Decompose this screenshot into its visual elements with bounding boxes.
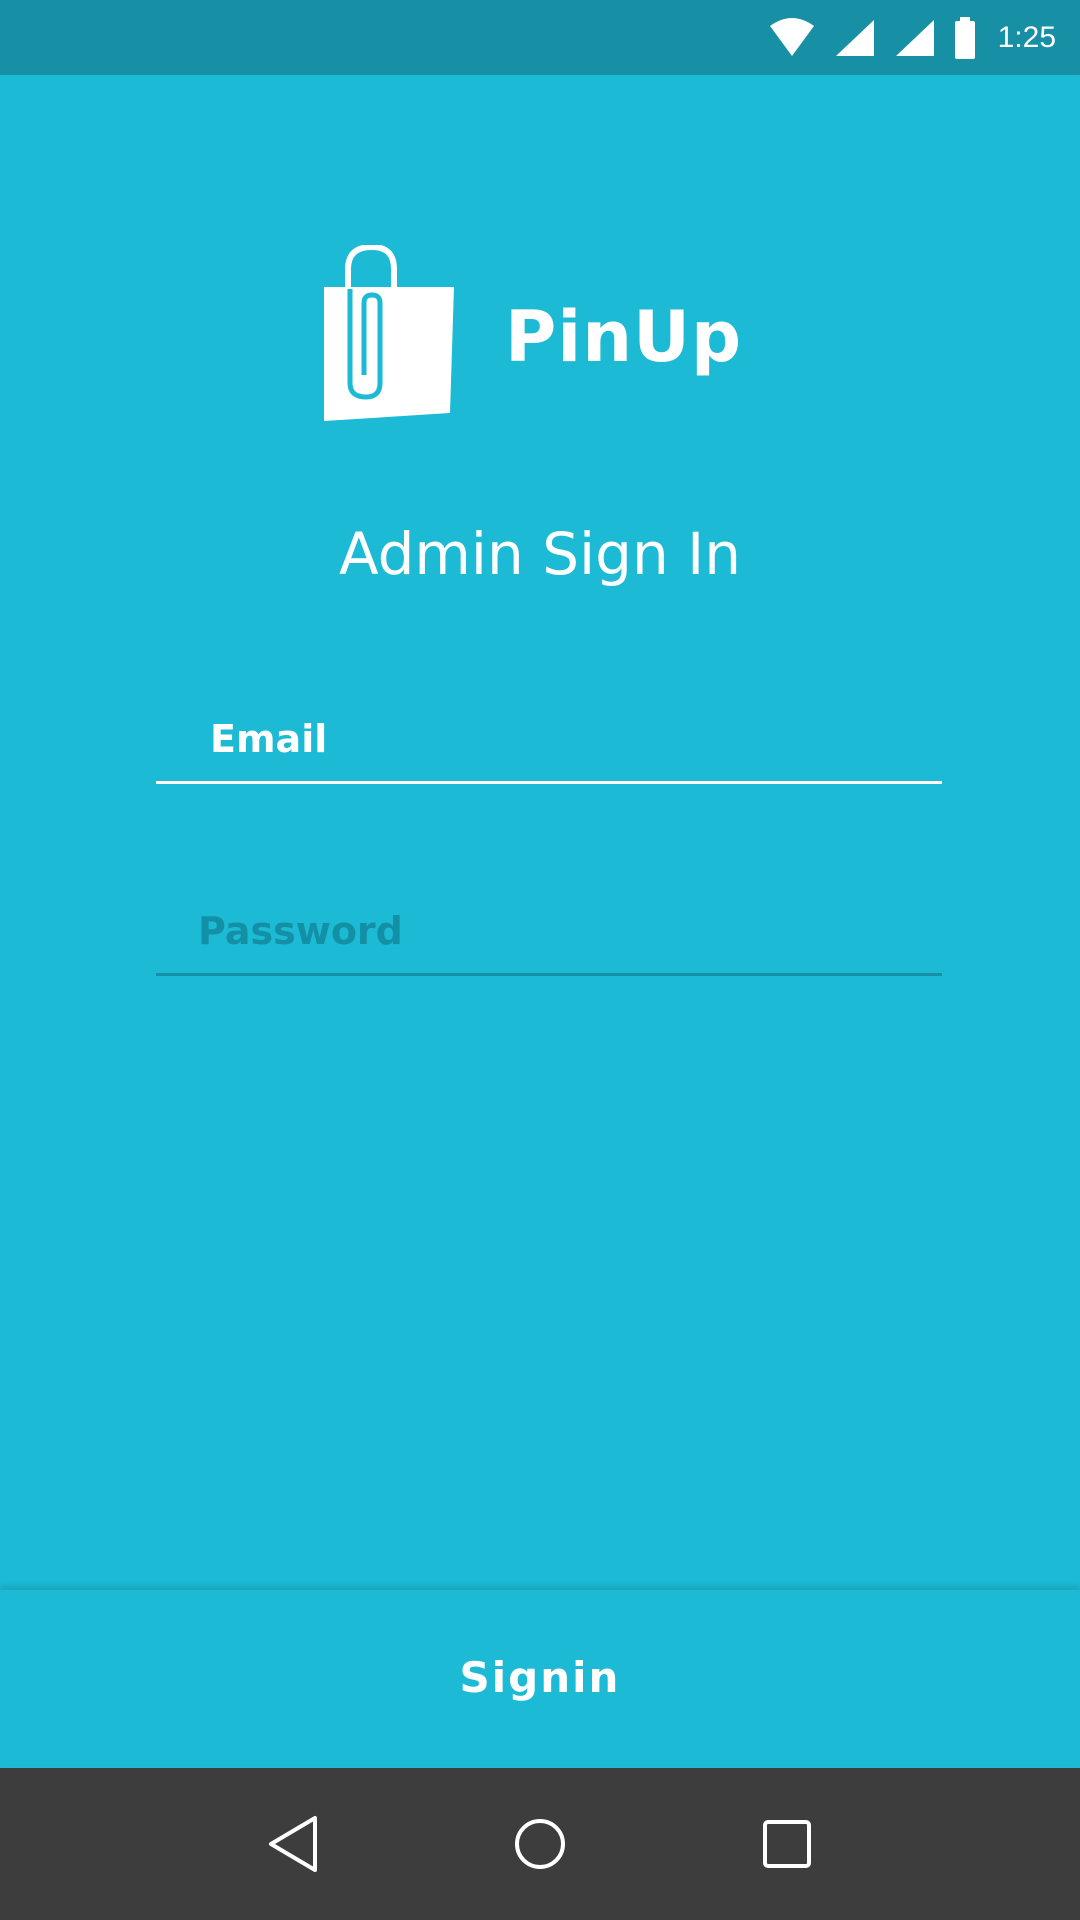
navigation-bar xyxy=(0,1768,1080,1920)
recents-icon[interactable] xyxy=(747,1804,827,1884)
signal-icon xyxy=(894,18,936,58)
email-field[interactable] xyxy=(156,688,942,781)
signin-button[interactable]: Signin xyxy=(0,1590,1080,1765)
battery-icon xyxy=(954,16,976,59)
app-name: PinUp xyxy=(505,296,743,378)
signin-button-label: Signin xyxy=(459,1653,621,1702)
status-bar: 1:25 xyxy=(0,0,1080,75)
clock-time: 1:25 xyxy=(997,20,1056,54)
password-field-container xyxy=(156,880,942,976)
shopping-bag-paperclip-icon xyxy=(320,243,455,429)
signal-icon xyxy=(834,18,876,58)
email-field-container xyxy=(156,688,942,784)
wifi-icon xyxy=(768,17,816,58)
app-logo: PinUp xyxy=(320,243,743,429)
password-field[interactable] xyxy=(156,880,942,973)
home-icon[interactable] xyxy=(500,1804,580,1884)
page-title: Admin Sign In xyxy=(338,520,742,588)
back-icon[interactable] xyxy=(253,1804,333,1884)
